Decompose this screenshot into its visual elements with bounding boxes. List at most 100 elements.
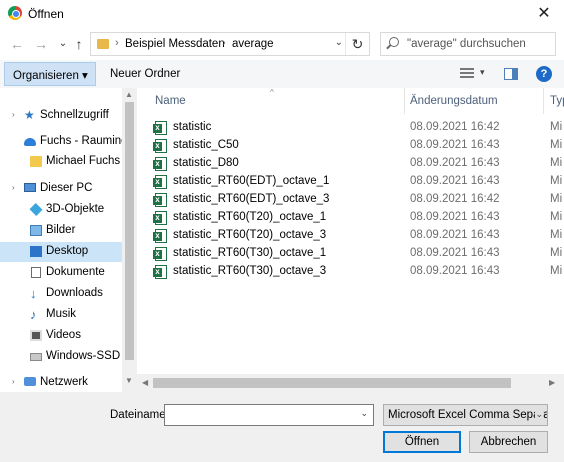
scroll-right-icon[interactable]: ▶	[549, 378, 555, 387]
file-row[interactable]: statistic_RT60(T30)_octave_3 08.09.2021 …	[137, 263, 564, 281]
sidebar-item-dokumente[interactable]: Dokumente	[0, 263, 122, 283]
filename-combobox[interactable]: ⌄	[164, 404, 374, 426]
sidebar-item-netzwerk[interactable]: › Netzwerk	[0, 373, 122, 392]
help-icon[interactable]: ?	[536, 66, 552, 82]
sidebar-item-3d-objekte[interactable]: 3D-Objekte	[0, 200, 122, 220]
breadcrumb-beispiel-messdaten[interactable]: Beispiel Messdaten	[125, 38, 225, 50]
column-divider[interactable]	[404, 88, 405, 114]
file-type: Mi	[550, 157, 563, 169]
file-type: Mi	[550, 139, 563, 151]
cube-icon	[29, 202, 43, 217]
filename-field[interactable]	[168, 407, 348, 423]
file-date: 08.09.2021 16:43	[410, 247, 500, 259]
folder-icon	[30, 156, 42, 167]
preview-pane-icon[interactable]	[504, 68, 518, 80]
organize-button[interactable]: Organisieren ▾	[4, 62, 96, 86]
star-icon: ★	[24, 108, 35, 122]
sidebar-item-videos[interactable]: Videos	[0, 326, 122, 346]
column-divider[interactable]	[543, 88, 544, 114]
sidebar-item-michael-fuchs[interactable]: Michael Fuchs - (	[0, 152, 122, 172]
scrollbar-thumb[interactable]	[153, 378, 511, 388]
file-list-scrollbar[interactable]: ◀ ▶	[137, 374, 564, 392]
breadcrumb-separator: ›	[115, 37, 119, 49]
refresh-button[interactable]: ↻	[345, 33, 369, 55]
excel-file-icon	[153, 193, 167, 207]
file-name: statistic_RT60(T20)_octave_1	[173, 211, 327, 223]
file-date: 08.09.2021 16:42	[410, 193, 500, 205]
file-type: Mi	[550, 247, 563, 259]
expand-arrow-icon[interactable]: ›	[12, 183, 15, 192]
file-row[interactable]: statistic_RT60(EDT)_octave_1 08.09.2021 …	[137, 173, 564, 191]
column-header-date[interactable]: Änderungsdatum	[410, 95, 498, 107]
up-button[interactable]: ↑	[70, 35, 88, 53]
sidebar-item-musik[interactable]: ♪ Musik	[0, 305, 122, 325]
music-icon: ♪	[30, 307, 37, 322]
sidebar-item-downloads[interactable]: ↓ Downloads	[0, 284, 122, 304]
navigation-bar: ← → ⌄ ↑ › Beispiel Messdaten › average ⌄…	[0, 28, 564, 60]
back-button[interactable]: ←	[8, 35, 26, 53]
sidebar-item-onedrive-fuchs[interactable]: Fuchs - Rauminge	[0, 132, 122, 152]
scroll-up-icon[interactable]: ▲	[125, 90, 133, 99]
expand-arrow-icon[interactable]: ›	[12, 110, 15, 119]
file-date: 08.09.2021 16:43	[410, 265, 500, 277]
excel-file-icon	[153, 175, 167, 189]
sidebar-item-dieser-pc[interactable]: › Dieser PC	[0, 179, 122, 199]
expand-arrow-icon[interactable]: ›	[12, 377, 15, 386]
view-dropdown-icon[interactable]: ▾	[480, 67, 485, 78]
sidebar-item-schnellzugriff[interactable]: › ★ Schnellzugriff	[0, 106, 122, 126]
file-type: Mi	[550, 229, 563, 241]
sidebar-item-label: Desktop	[46, 245, 89, 257]
pc-icon	[24, 183, 36, 192]
sidebar-item-label: Schnellzugriff	[40, 109, 109, 121]
file-row[interactable]: statistic_RT60(T30)_octave_1 08.09.2021 …	[137, 245, 564, 263]
new-folder-button[interactable]: Neuer Ordner	[110, 68, 180, 80]
excel-file-icon	[153, 139, 167, 153]
view-options-icon[interactable]	[460, 68, 474, 80]
forward-button[interactable]: →	[32, 35, 50, 53]
network-icon	[24, 377, 36, 386]
file-row[interactable]: statistic_RT60(T20)_octave_1 08.09.2021 …	[137, 209, 564, 227]
search-input[interactable]	[407, 35, 551, 53]
title-bar: Öffnen ✕	[0, 0, 564, 28]
address-dropdown-icon[interactable]: ⌄	[335, 37, 343, 48]
scroll-down-icon[interactable]: ▼	[125, 376, 133, 385]
search-icon	[389, 37, 399, 47]
chevron-down-icon[interactable]: ⌄	[535, 409, 543, 420]
file-type: Mi	[550, 265, 563, 277]
sidebar-scrollbar[interactable]: ▲ ▼	[122, 88, 137, 392]
chrome-icon	[8, 6, 22, 20]
file-date: 08.09.2021 16:43	[410, 157, 500, 169]
cancel-button[interactable]: Abbrechen	[469, 431, 548, 453]
sidebar-item-label: Michael Fuchs - (	[46, 155, 122, 167]
file-row[interactable]: statistic_RT60(EDT)_octave_3 08.09.2021 …	[137, 191, 564, 209]
file-date: 08.09.2021 16:43	[410, 139, 500, 151]
open-button[interactable]: Öffnen	[383, 431, 461, 453]
file-name: statistic_D80	[173, 157, 239, 169]
address-bar[interactable]: › Beispiel Messdaten › average ⌄ ↻	[90, 32, 370, 56]
video-icon	[30, 330, 42, 341]
scrollbar-thumb[interactable]	[125, 102, 134, 360]
sidebar-item-bilder[interactable]: Bilder	[0, 221, 122, 241]
file-date: 08.09.2021 16:43	[410, 211, 500, 223]
column-header-name[interactable]: Name	[155, 95, 186, 107]
window-title: Öffnen	[28, 7, 64, 21]
scroll-left-icon[interactable]: ◀	[142, 378, 148, 387]
file-name: statistic_RT60(EDT)_octave_3	[173, 193, 330, 205]
sidebar-item-desktop[interactable]: Desktop	[0, 242, 122, 262]
sidebar-item-label: Bilder	[46, 224, 76, 236]
column-header-type[interactable]: Typ	[550, 95, 564, 107]
chevron-down-icon[interactable]: ⌄	[360, 408, 368, 419]
sidebar-item-windows-ssd[interactable]: Windows-SSD (C	[0, 347, 122, 367]
file-name: statistic_RT60(T30)_octave_1	[173, 247, 327, 259]
breadcrumb-average[interactable]: average	[232, 38, 274, 50]
file-type: Mi	[550, 193, 563, 205]
close-button[interactable]: ✕	[524, 0, 564, 28]
file-name: statistic_RT60(EDT)_octave_1	[173, 175, 330, 187]
file-name: statistic_C50	[173, 139, 239, 151]
search-box[interactable]	[380, 32, 556, 56]
file-row[interactable]: statistic_D80 08.09.2021 16:43 Mi	[137, 155, 564, 173]
filetype-select[interactable]: Microsoft Excel Comma Separat ⌄	[383, 404, 548, 426]
file-row[interactable]: statistic 08.09.2021 16:42 Mi	[137, 119, 564, 137]
file-row[interactable]: statistic_C50 08.09.2021 16:43 Mi	[137, 137, 564, 155]
file-row[interactable]: statistic_RT60(T20)_octave_3 08.09.2021 …	[137, 227, 564, 245]
